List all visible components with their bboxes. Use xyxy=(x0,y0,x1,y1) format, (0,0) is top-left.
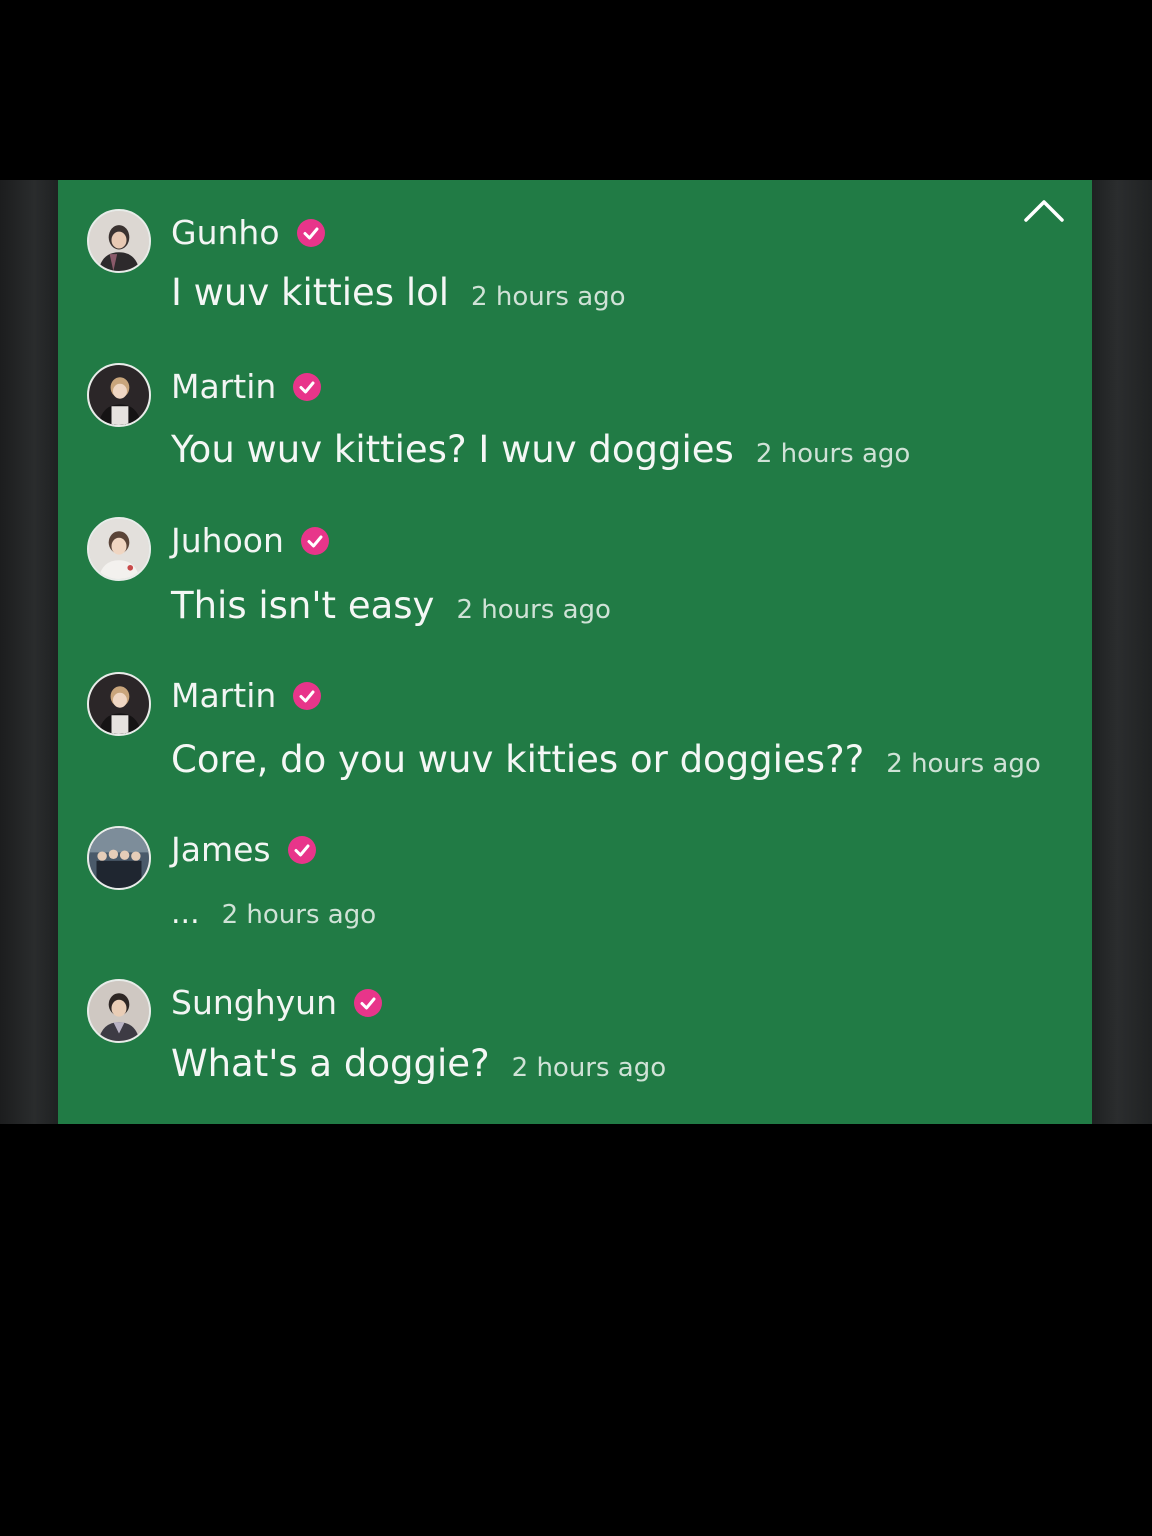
verified-badge-icon xyxy=(296,218,326,248)
comment-timestamp: 2 hours ago xyxy=(221,900,377,930)
comment-item: James ... 2 hours ago xyxy=(58,826,1092,966)
comment-item: Juhoon This isn't easy 2 hours ago xyxy=(58,517,1092,657)
author-name[interactable]: Gunho xyxy=(171,213,280,253)
comment-timestamp: 2 hours ago xyxy=(886,749,1041,779)
comment-text: ... xyxy=(171,896,200,931)
comment-text: I wuv kitties lol xyxy=(171,271,450,314)
comment-timestamp: 2 hours ago xyxy=(456,595,611,625)
comment-item: Martin You wuv kitties? I wuv doggies 2 … xyxy=(58,363,1092,503)
comment-item: Martin Core, do you wuv kitties or doggi… xyxy=(58,672,1092,812)
bottom-letterbox xyxy=(0,1124,1152,1536)
comment-text: This isn't easy xyxy=(171,584,435,627)
avatar[interactable] xyxy=(87,672,151,736)
author-name[interactable]: Juhoon xyxy=(171,521,284,561)
author-name[interactable]: Sunghyun xyxy=(171,983,337,1023)
comment-timestamp: 2 hours ago xyxy=(511,1053,667,1083)
avatar[interactable] xyxy=(87,826,151,890)
avatar[interactable] xyxy=(87,517,151,581)
author-name[interactable]: Martin xyxy=(171,676,276,716)
avatar[interactable] xyxy=(87,979,151,1043)
comment-text: Core, do you wuv kitties or doggies?? xyxy=(171,738,865,781)
verified-badge-icon xyxy=(292,372,322,402)
verified-badge-icon xyxy=(353,988,383,1018)
comment-item: Sunghyun What's a doggie? 2 hours ago xyxy=(58,979,1092,1119)
comment-text: What's a doggie? xyxy=(171,1042,490,1085)
avatar[interactable] xyxy=(87,363,151,427)
comment-text: You wuv kitties? I wuv doggies xyxy=(171,428,734,471)
verified-badge-icon xyxy=(287,835,317,865)
author-name[interactable]: James xyxy=(171,830,271,870)
top-letterbox xyxy=(0,0,1152,180)
comment-item: Gunho I wuv kitties lol 2 hours ago xyxy=(58,209,1092,349)
comment-timestamp: 2 hours ago xyxy=(755,439,911,469)
comments-panel: Gunho I wuv kitties lol 2 hours ago Mart… xyxy=(58,180,1092,1124)
verified-badge-icon xyxy=(292,681,322,711)
avatar[interactable] xyxy=(87,209,151,273)
comment-timestamp: 2 hours ago xyxy=(471,282,626,312)
verified-badge-icon xyxy=(300,526,330,556)
author-name[interactable]: Martin xyxy=(171,367,276,407)
